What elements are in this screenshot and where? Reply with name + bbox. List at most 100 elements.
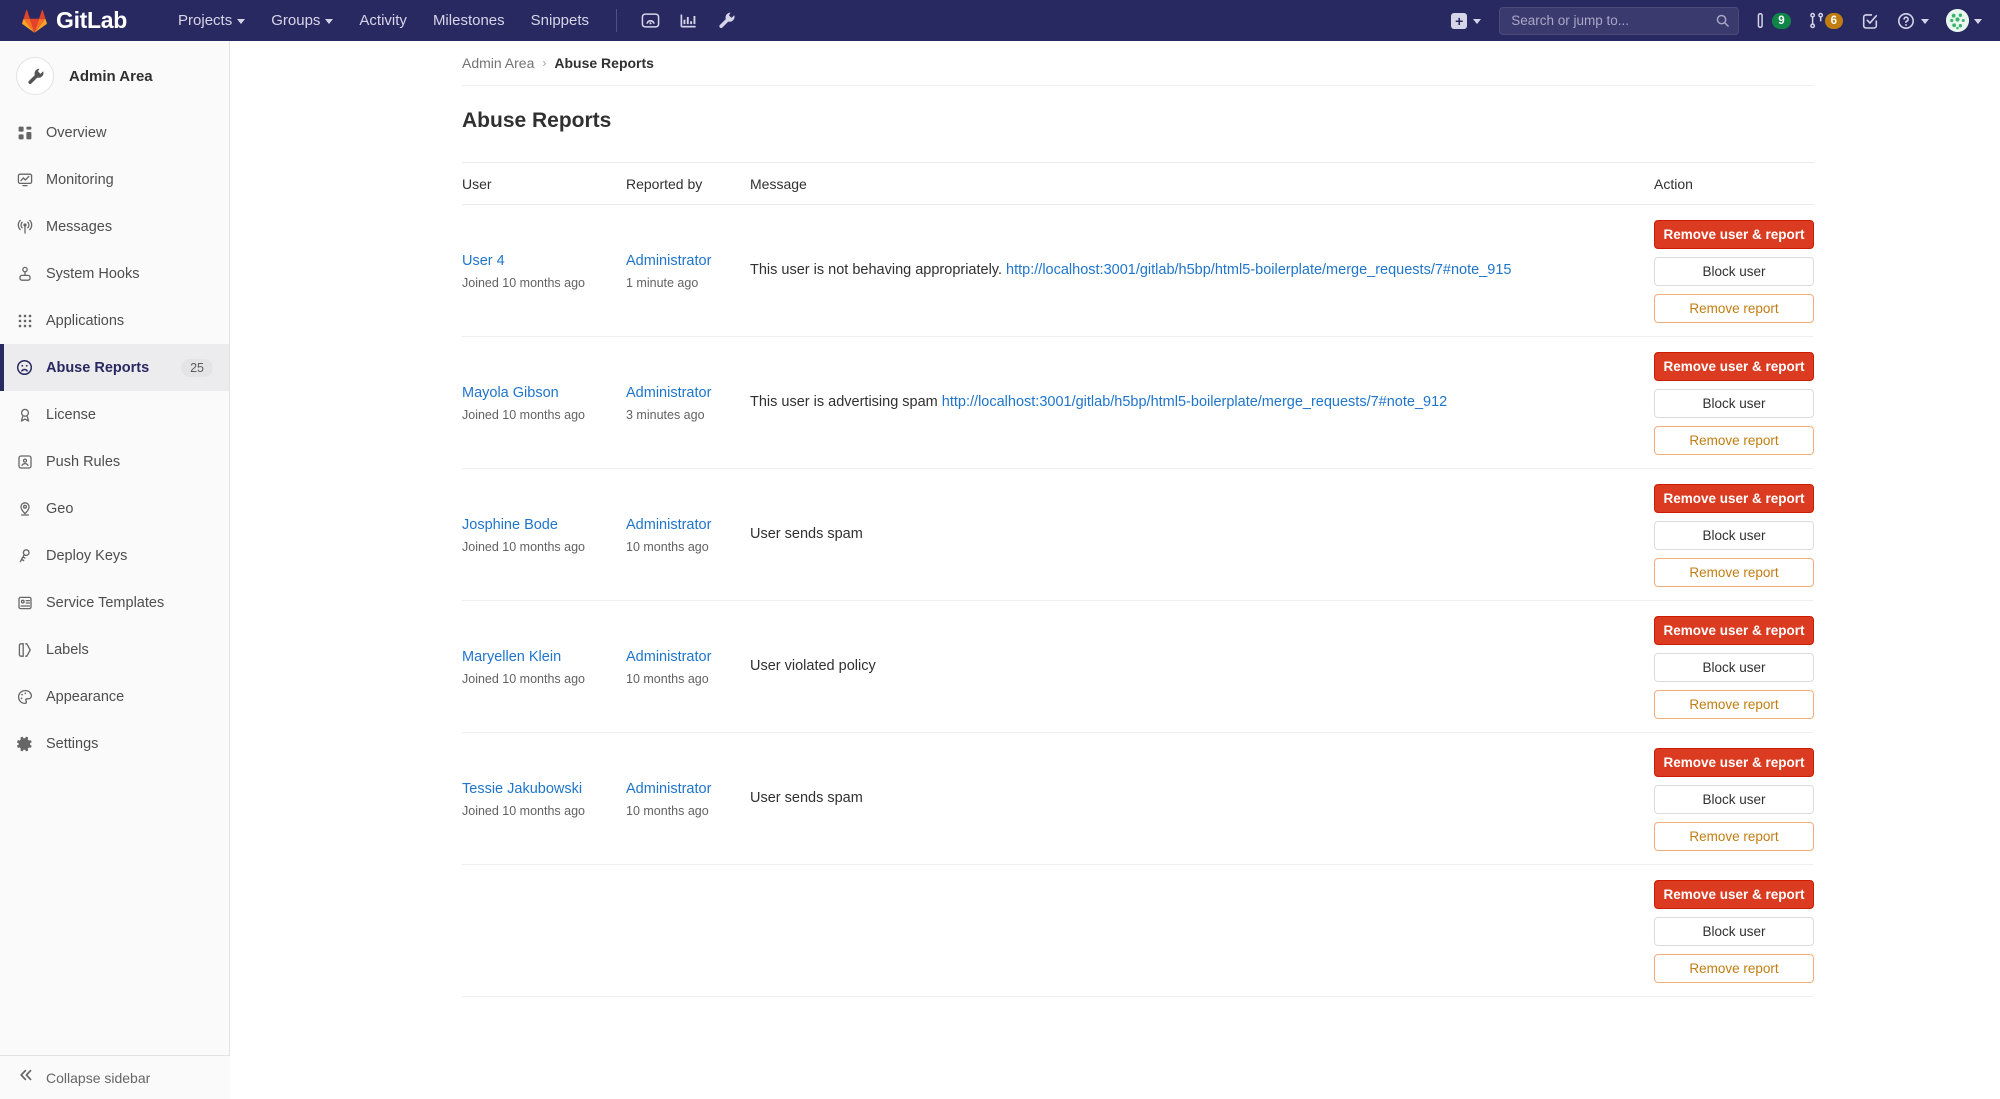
- wrench-admin-icon[interactable]: [707, 0, 745, 41]
- abuse-face-icon: [16, 359, 33, 376]
- cell-message: User violated policy: [750, 613, 1654, 720]
- message-text: This user is advertising spam: [750, 394, 938, 410]
- block-user-button[interactable]: Block user: [1654, 389, 1814, 418]
- sidebar-item-messages[interactable]: Messages: [0, 203, 229, 250]
- cell-actions: Remove user & report Block user Remove r…: [1654, 481, 1814, 588]
- sidebar-item-labels[interactable]: Labels: [0, 626, 229, 673]
- nav-milestones[interactable]: Milestones: [420, 0, 518, 41]
- message-text: User sends spam: [750, 790, 863, 806]
- message-link[interactable]: http://localhost:3001/gitlab/h5bp/html5-…: [942, 394, 1447, 410]
- reporter-link[interactable]: Administrator: [626, 779, 750, 800]
- sidebar-context-header[interactable]: Admin Area: [0, 41, 229, 109]
- merge-requests-counter[interactable]: 9: [1747, 0, 1799, 41]
- abuse-reports-count-badge: 25: [181, 359, 213, 377]
- sidebar-nav-list: Overview Monitoring Messa: [0, 109, 229, 767]
- todos-button[interactable]: [1852, 0, 1888, 41]
- search-container: [1499, 7, 1739, 35]
- breadcrumb-separator-icon: ›: [542, 56, 546, 70]
- breadcrumb-admin-area[interactable]: Admin Area: [462, 55, 534, 71]
- cell-message: User sends spam: [750, 481, 1654, 588]
- sidebar-item-deploy-keys[interactable]: Deploy Keys: [0, 532, 229, 579]
- chevron-down-icon: [237, 19, 245, 24]
- table-row: Tessie Jakubowski Joined 10 months ago A…: [462, 733, 1814, 865]
- admin-sidebar: Admin Area Overview Monitoring: [0, 41, 230, 1099]
- reporter-link[interactable]: Administrator: [626, 383, 750, 404]
- user-link[interactable]: Maryellen Klein: [462, 647, 626, 668]
- sidebar-item-label: Deploy Keys: [46, 548, 213, 564]
- nav-milestones-label: Milestones: [433, 12, 505, 29]
- remove-report-button[interactable]: Remove report: [1654, 954, 1814, 983]
- remove-report-button[interactable]: Remove report: [1654, 426, 1814, 455]
- page-title: Abuse Reports: [462, 109, 2000, 133]
- remove-report-button[interactable]: Remove report: [1654, 558, 1814, 587]
- nav-projects[interactable]: Projects: [165, 0, 258, 41]
- column-header-action: Action: [1654, 176, 1814, 192]
- nav-snippets[interactable]: Snippets: [518, 0, 602, 41]
- user-link[interactable]: Mayola Gibson: [462, 383, 626, 404]
- sidebar-item-abuse-reports[interactable]: Abuse Reports 25: [0, 344, 229, 391]
- cell-message: [750, 877, 1654, 984]
- license-award-icon: [16, 406, 33, 423]
- chevron-down-icon: [1473, 19, 1481, 24]
- reporter-link[interactable]: Administrator: [626, 515, 750, 536]
- block-user-button[interactable]: Block user: [1654, 785, 1814, 814]
- issues-counter[interactable]: 6: [1800, 0, 1852, 41]
- table-header-row: User Reported by Message Action: [462, 163, 1814, 205]
- applications-grid-icon: [16, 312, 33, 329]
- gitlab-logo[interactable]: GitLab: [22, 7, 127, 34]
- collapse-sidebar-button[interactable]: Collapse sidebar: [0, 1055, 230, 1099]
- block-user-button[interactable]: Block user: [1654, 257, 1814, 286]
- help-dashboard-icon[interactable]: [631, 0, 669, 41]
- sidebar-item-settings[interactable]: Settings: [0, 720, 229, 767]
- question-circle-icon: [1897, 12, 1915, 30]
- remove-report-button[interactable]: Remove report: [1654, 822, 1814, 851]
- remove-user-and-report-button[interactable]: Remove user & report: [1654, 352, 1814, 381]
- remove-user-and-report-button[interactable]: Remove user & report: [1654, 616, 1814, 645]
- table-row: Josphine Bode Joined 10 months ago Admin…: [462, 469, 1814, 601]
- sidebar-item-monitoring[interactable]: Monitoring: [0, 156, 229, 203]
- sidebar-context-title: Admin Area: [69, 68, 153, 85]
- search-input[interactable]: [1499, 7, 1739, 35]
- column-header-user: User: [462, 176, 626, 192]
- remove-report-button[interactable]: Remove report: [1654, 690, 1814, 719]
- user-link[interactable]: User 4: [462, 251, 626, 272]
- sidebar-item-push-rules[interactable]: Push Rules: [0, 438, 229, 485]
- sidebar-item-geo[interactable]: Geo: [0, 485, 229, 532]
- nav-groups[interactable]: Groups: [258, 0, 346, 41]
- sidebar-item-label: License: [46, 407, 213, 423]
- cell-reported-by: Administrator 10 months ago: [626, 745, 750, 852]
- create-new-button[interactable]: +: [1441, 0, 1491, 41]
- cell-user: Mayola Gibson Joined 10 months ago: [462, 349, 626, 456]
- sidebar-item-system-hooks[interactable]: System Hooks: [0, 250, 229, 297]
- remove-user-and-report-button[interactable]: Remove user & report: [1654, 484, 1814, 513]
- cell-user: User 4 Joined 10 months ago: [462, 217, 626, 324]
- sidebar-item-appearance[interactable]: Appearance: [0, 673, 229, 720]
- user-link[interactable]: Tessie Jakubowski: [462, 779, 626, 800]
- block-user-button[interactable]: Block user: [1654, 917, 1814, 946]
- todos-checkmark-icon: [1861, 12, 1879, 30]
- reporter-link[interactable]: Administrator: [626, 647, 750, 668]
- user-joined: Joined 10 months ago: [462, 672, 626, 686]
- remove-user-and-report-button[interactable]: Remove user & report: [1654, 880, 1814, 909]
- message-link[interactable]: http://localhost:3001/gitlab/h5bp/html5-…: [1006, 262, 1511, 278]
- reported-at: 10 months ago: [626, 672, 750, 686]
- block-user-button[interactable]: Block user: [1654, 521, 1814, 550]
- cell-actions: Remove user & report Block user Remove r…: [1654, 877, 1814, 984]
- user-link[interactable]: Josphine Bode: [462, 515, 626, 536]
- sidebar-item-label: Monitoring: [46, 172, 213, 188]
- help-menu-button[interactable]: [1888, 0, 1938, 41]
- nav-activity[interactable]: Activity: [346, 0, 420, 41]
- remove-user-and-report-button[interactable]: Remove user & report: [1654, 220, 1814, 249]
- remove-report-button[interactable]: Remove report: [1654, 294, 1814, 323]
- geo-pin-icon: [16, 500, 33, 517]
- user-menu-button[interactable]: [1938, 9, 1990, 32]
- block-user-button[interactable]: Block user: [1654, 653, 1814, 682]
- sidebar-item-applications[interactable]: Applications: [0, 297, 229, 344]
- sidebar-item-overview[interactable]: Overview: [0, 109, 229, 156]
- sidebar-item-license[interactable]: License: [0, 391, 229, 438]
- reported-at: 10 months ago: [626, 804, 750, 818]
- reporter-link[interactable]: Administrator: [626, 251, 750, 272]
- remove-user-and-report-button[interactable]: Remove user & report: [1654, 748, 1814, 777]
- sidebar-item-service-templates[interactable]: Service Templates: [0, 579, 229, 626]
- analytics-chart-icon[interactable]: [669, 0, 707, 41]
